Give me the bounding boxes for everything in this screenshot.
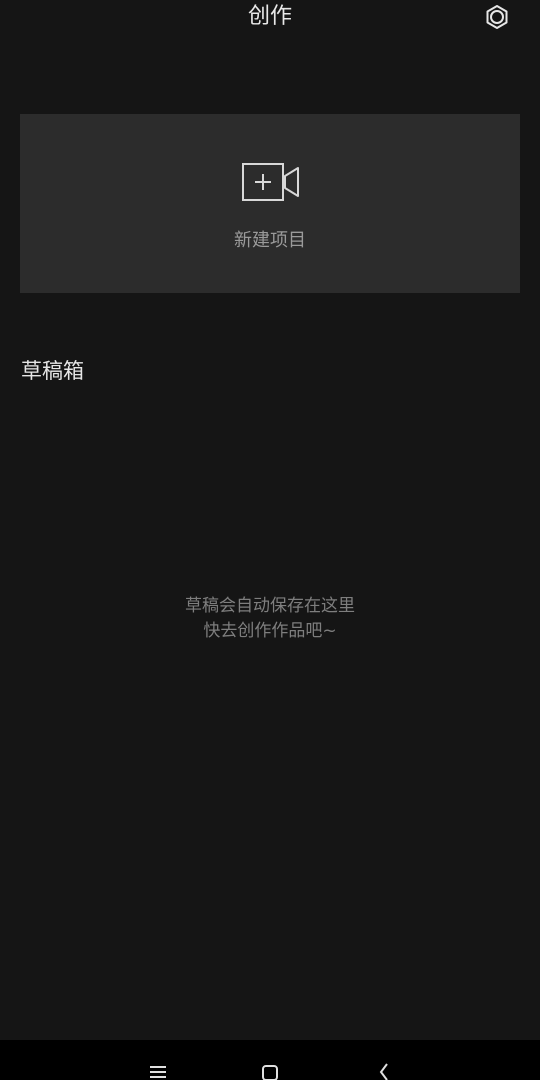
system-navigation-bar bbox=[0, 1040, 540, 1080]
drafts-title: 草稿箱 bbox=[21, 359, 84, 383]
new-project-label: 新建项目 bbox=[234, 230, 306, 251]
home-icon[interactable] bbox=[258, 1060, 282, 1080]
menu-icon[interactable] bbox=[146, 1060, 170, 1080]
page-title: 创作 bbox=[247, 4, 292, 29]
empty-message-line1: 草稿会自动保存在这里 bbox=[185, 596, 355, 616]
empty-message-line2: 快去创作作品吧~ bbox=[203, 621, 337, 641]
header: 创作 bbox=[0, 0, 540, 36]
settings-gear-icon[interactable] bbox=[484, 4, 510, 30]
drafts-empty-message: 草稿会自动保存在这里 快去创作作品吧~ bbox=[0, 594, 540, 644]
back-icon[interactable] bbox=[372, 1060, 396, 1080]
video-camera-plus-icon bbox=[240, 160, 300, 204]
screen: 创作 新建项目 草稿箱 草稿会自动保存在这里 快去创作作品吧~ bbox=[0, 0, 540, 1080]
